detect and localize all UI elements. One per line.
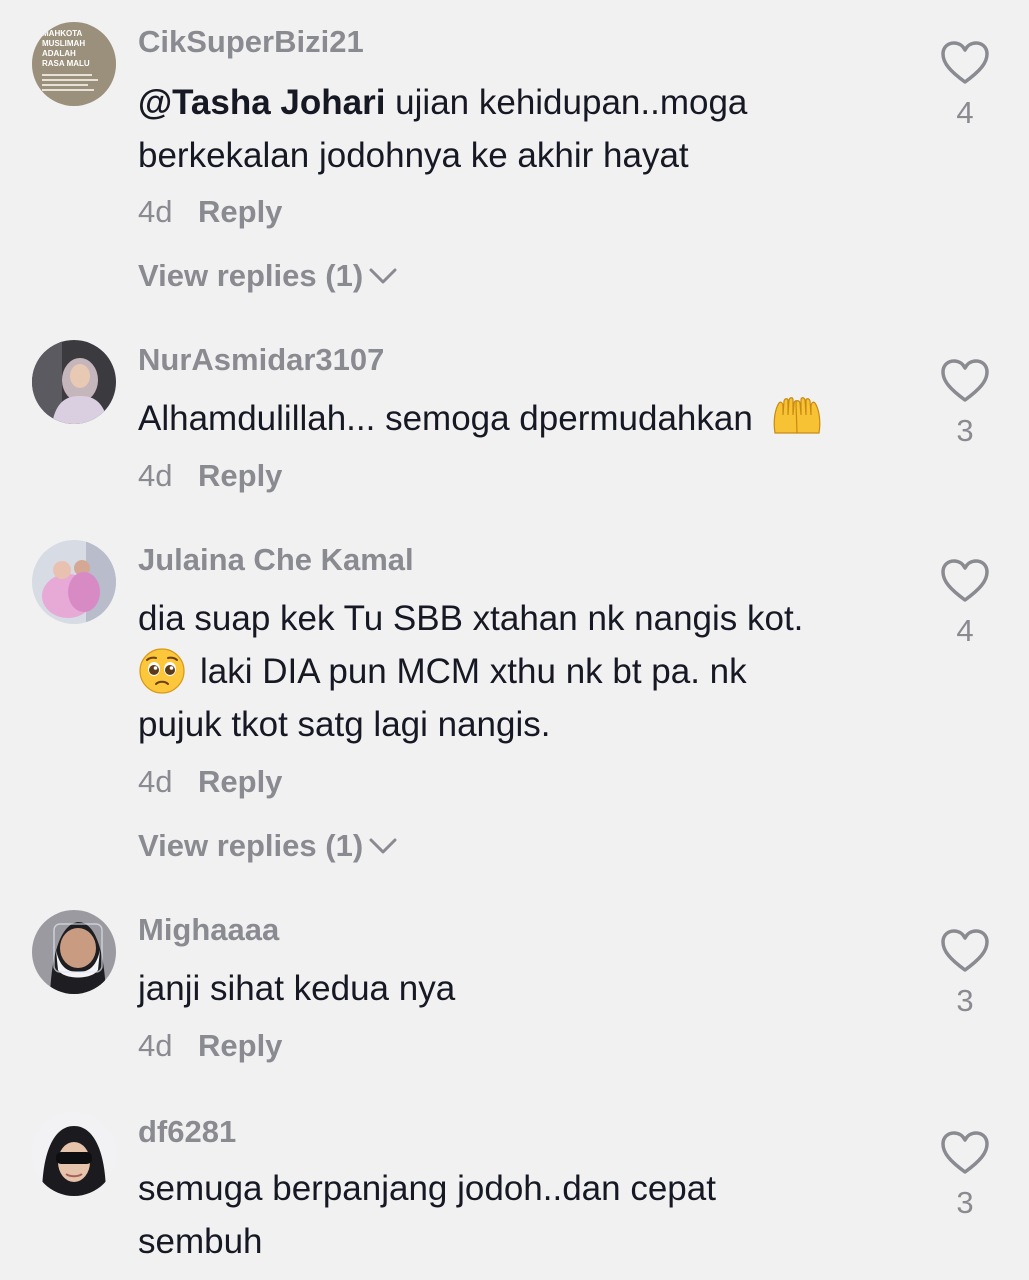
comment-text-line: dia suap kek Tu SBB xtahan nk nangis kot… (138, 599, 804, 638)
comment-text: semuga berpanjang jodoh..dan cepat sembu… (138, 1162, 908, 1268)
comment-text-line: ujian kehidupan..moga (385, 83, 748, 122)
svg-text:RASA MALU: RASA MALU (42, 59, 90, 68)
comment-meta: 4d Reply (138, 456, 282, 496)
comment-text-line: sembuh (138, 1222, 263, 1261)
heart-outline-icon (941, 559, 989, 602)
like-count: 3 (956, 983, 974, 1018)
comment-username[interactable]: Mighaaaa (138, 910, 279, 950)
reply-button[interactable]: Reply (198, 764, 282, 799)
like-count: 4 (956, 95, 974, 130)
heart-outline-icon (941, 929, 989, 972)
svg-text:MAHKOTA: MAHKOTA (42, 29, 83, 38)
comment-text-line: berkekalan jodohnya ke akhir hayat (138, 136, 689, 175)
avatar[interactable]: MAHKOTA MUSLIMAH ADALAH RASA MALU (32, 22, 116, 106)
comment-text: Alhamdulillah... semoga dpermudahkan (138, 392, 908, 445)
like-button[interactable]: 4 (940, 558, 990, 649)
heart-outline-icon (941, 359, 989, 402)
palms-up-together-emoji (773, 396, 820, 434)
comment-date: 4d (138, 1028, 173, 1063)
reply-button[interactable]: Reply (198, 194, 282, 229)
comment-text: dia suap kek Tu SBB xtahan nk nangis kot… (138, 592, 908, 751)
comment-text: @Tasha Johari ujian kehidupan..moga berk… (138, 76, 908, 182)
svg-text:ADALAH: ADALAH (42, 49, 76, 58)
like-count: 3 (956, 413, 974, 448)
like-button[interactable]: 3 (940, 358, 990, 449)
view-replies-label: View replies (1) (138, 828, 364, 863)
view-replies-label: View replies (1) (138, 258, 364, 293)
like-button[interactable]: 3 (940, 928, 990, 1019)
comment-meta: 4d Reply (138, 192, 282, 232)
comment-date: 4d (138, 194, 173, 229)
comment-text: janji sihat kedua nya (138, 962, 908, 1015)
like-button[interactable]: 4 (940, 40, 990, 131)
comment-username[interactable]: NurAsmidar3107 (138, 340, 384, 380)
mention-link[interactable]: @Tasha Johari (138, 83, 385, 122)
comment-username[interactable]: df6281 (138, 1112, 236, 1152)
comment-text-line: laki DIA pun MCM xthu nk bt pa. nk (200, 652, 747, 691)
comment-username[interactable]: CikSuperBizi21 (138, 22, 364, 62)
avatar[interactable] (32, 910, 116, 994)
reply-button[interactable]: Reply (198, 1028, 282, 1063)
comment-text-line: pujuk tkot satg lagi nangis. (138, 705, 551, 744)
heart-outline-icon (941, 1131, 989, 1174)
like-count: 4 (956, 613, 974, 648)
comment-text-line: Alhamdulillah... semoga dpermudahkan (138, 399, 753, 438)
reply-button[interactable]: Reply (198, 458, 282, 493)
comment-meta: 4d Reply (138, 762, 282, 802)
heart-outline-icon (941, 41, 989, 84)
avatar[interactable] (32, 540, 116, 624)
view-replies-button[interactable]: View replies (1) (138, 256, 397, 296)
view-replies-button[interactable]: View replies (1) (138, 826, 397, 866)
avatar[interactable] (32, 340, 116, 424)
comment-meta: 4d Reply (138, 1026, 282, 1066)
comment-date: 4d (138, 764, 173, 799)
comment-date: 4d (138, 458, 173, 493)
like-button[interactable]: 3 (940, 1130, 990, 1221)
like-count: 3 (956, 1185, 974, 1220)
comment-text-line: janji sihat kedua nya (138, 969, 456, 1008)
chevron-down-icon (369, 268, 397, 284)
svg-text:MUSLIMAH: MUSLIMAH (42, 39, 85, 48)
avatar[interactable] (32, 1112, 116, 1196)
chevron-down-icon (369, 838, 397, 854)
pleading-face-emoji (139, 648, 185, 694)
comment-username[interactable]: Julaina Che Kamal (138, 540, 414, 580)
comment-text-line: semuga berpanjang jodoh..dan cepat (138, 1169, 716, 1208)
